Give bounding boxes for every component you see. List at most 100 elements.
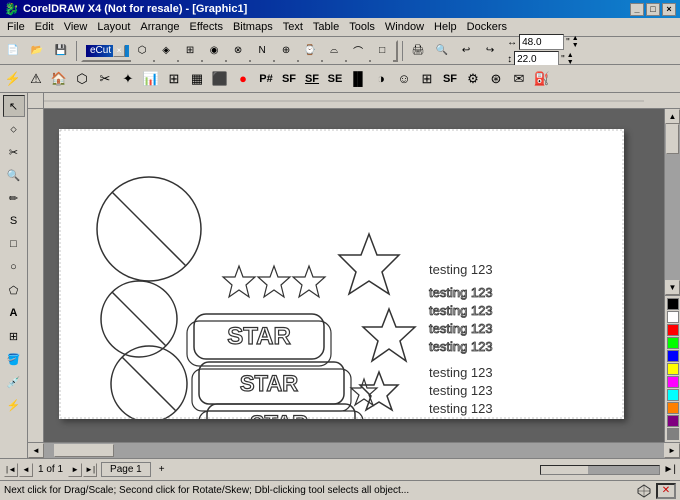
page-tab[interactable]: Page 1 — [101, 462, 151, 477]
last-page-button[interactable]: ►| — [83, 463, 97, 477]
workspace[interactable]: STAR STAR STAR — [44, 109, 664, 442]
tb-btn10[interactable]: ⬛ — [209, 68, 231, 90]
ecut-btn4[interactable]: ◉ — [203, 40, 225, 62]
minimize-button[interactable]: _ — [630, 3, 644, 16]
menu-text[interactable]: Text — [278, 20, 308, 34]
zoom-tool[interactable]: 🔍 — [3, 164, 25, 186]
text-tool[interactable]: A — [3, 302, 25, 324]
tb-btn13[interactable]: SF — [278, 68, 300, 90]
ecut-btn1[interactable]: ⬡ — [131, 40, 153, 62]
tb-btn3[interactable]: 🏠 — [48, 68, 70, 90]
eyedrop-tool[interactable]: 💉 — [3, 371, 25, 393]
ecut-btn2[interactable]: ◈ — [155, 40, 177, 62]
color-white[interactable] — [667, 311, 679, 323]
menu-arrange[interactable]: Arrange — [135, 20, 184, 34]
smart-draw-tool[interactable]: S — [3, 210, 25, 232]
scroll-end[interactable]: ►| — [664, 464, 677, 475]
tb-btn16[interactable]: ▐▌ — [347, 68, 369, 90]
menu-window[interactable]: Window — [380, 20, 429, 34]
tb-btn14[interactable]: SF — [301, 68, 323, 90]
prev-page-button[interactable]: ◄ — [19, 463, 33, 477]
next-page-button[interactable]: ► — [68, 463, 82, 477]
color-yellow[interactable] — [667, 363, 679, 375]
freehand-tool[interactable]: ✏ — [3, 187, 25, 209]
scroll-up-button[interactable]: ▲ — [665, 109, 680, 124]
table-tool[interactable]: ⊞ — [3, 325, 25, 347]
y-up[interactable]: ▲ — [567, 52, 574, 59]
menu-bitmaps[interactable]: Bitmaps — [228, 20, 278, 34]
ellipse-tool[interactable]: ○ — [3, 256, 25, 278]
tb-btn24[interactable]: ⛽ — [531, 68, 553, 90]
interactive-tool[interactable]: ⚡ — [3, 394, 25, 416]
tb-btn9[interactable]: ▦ — [186, 68, 208, 90]
print-btn[interactable]: 🖨 — [407, 40, 429, 62]
new-button[interactable]: 📄 — [2, 40, 24, 62]
tb-btn23[interactable]: ✉ — [508, 68, 530, 90]
tb-btn22[interactable]: ⊛ — [485, 68, 507, 90]
menu-view[interactable]: View — [59, 20, 93, 34]
x-up[interactable]: ▲ — [572, 35, 579, 42]
tb-btn19[interactable]: ⊞ — [416, 68, 438, 90]
scroll-down-button[interactable]: ▼ — [665, 280, 680, 295]
ecut-btn9[interactable]: ⌓ — [323, 40, 345, 62]
color-red[interactable] — [667, 324, 679, 336]
ecut-close-button[interactable]: × — [113, 45, 125, 57]
menu-table[interactable]: Table — [308, 20, 344, 34]
node-tool[interactable]: ⬦ — [3, 118, 25, 140]
ecut-btn7[interactable]: ⊕ — [275, 40, 297, 62]
color-green[interactable] — [667, 337, 679, 349]
first-page-button[interactable]: |◄ — [4, 463, 18, 477]
tb-btn8[interactable]: ⊞ — [163, 68, 185, 90]
color-magenta[interactable] — [667, 376, 679, 388]
tb-btn17[interactable]: ◑ — [370, 68, 392, 90]
ecut-btn5[interactable]: ⊗ — [227, 40, 249, 62]
tb-btn6[interactable]: ✦ — [117, 68, 139, 90]
ecut-btn6[interactable]: N — [251, 40, 273, 62]
select-tool[interactable]: ↖ — [3, 95, 25, 117]
fill-tool[interactable]: 🪣 — [3, 348, 25, 370]
menu-file[interactable]: File — [2, 20, 30, 34]
tb-btn15[interactable]: SE — [324, 68, 346, 90]
maximize-button[interactable]: □ — [646, 3, 660, 16]
color-blue[interactable] — [667, 350, 679, 362]
tb-btn12[interactable]: P# — [255, 68, 277, 90]
rect-tool[interactable]: □ — [3, 233, 25, 255]
polygon-tool[interactable]: ⬠ — [3, 279, 25, 301]
menu-edit[interactable]: Edit — [30, 20, 59, 34]
menu-layout[interactable]: Layout — [92, 20, 135, 34]
close-button[interactable]: × — [662, 3, 676, 16]
redo-btn[interactable]: ↪ — [479, 40, 501, 62]
tb-btn11[interactable]: ● — [232, 68, 254, 90]
zoom-btn[interactable]: 🔍 — [431, 40, 453, 62]
tb-btn20[interactable]: SF — [439, 68, 461, 90]
ecut-btn8[interactable]: ⌚ — [299, 40, 321, 62]
scroll-left-button[interactable]: ◄ — [28, 443, 44, 458]
open-button[interactable]: 📂 — [26, 40, 48, 62]
x-input[interactable] — [519, 34, 564, 50]
scroll-right-button[interactable]: ► — [664, 443, 680, 458]
undo-btn[interactable]: ↩ — [455, 40, 477, 62]
tb-btn18[interactable]: ☺ — [393, 68, 415, 90]
color-black[interactable] — [667, 298, 679, 310]
tb-btn1[interactable]: ⚡ — [2, 68, 24, 90]
menu-effects[interactable]: Effects — [185, 20, 228, 34]
tb-btn2[interactable]: ⚠ — [25, 68, 47, 90]
scroll-thumb-vert[interactable] — [666, 124, 679, 154]
ecut-btn10[interactable]: ⌒ — [347, 40, 369, 62]
color-orange[interactable] — [667, 402, 679, 414]
tb-btn4[interactable]: ⬡ — [71, 68, 93, 90]
scroll-thumb-horiz[interactable] — [54, 444, 114, 457]
color-gray[interactable] — [667, 428, 679, 440]
tb-btn7[interactable]: 📊 — [140, 68, 162, 90]
ecut-btn3[interactable]: ⊞ — [179, 40, 201, 62]
menu-tools[interactable]: Tools — [344, 20, 380, 34]
crop-tool[interactable]: ✂ — [3, 141, 25, 163]
color-cyan[interactable] — [667, 389, 679, 401]
menu-help[interactable]: Help — [429, 20, 462, 34]
tb-btn5[interactable]: ✂ — [94, 68, 116, 90]
add-page-button[interactable]: + — [159, 464, 165, 475]
x-down[interactable]: ▼ — [572, 42, 579, 49]
save-button[interactable]: 💾 — [50, 40, 72, 62]
tb-btn21[interactable]: ⚙ — [462, 68, 484, 90]
color-purple[interactable] — [667, 415, 679, 427]
